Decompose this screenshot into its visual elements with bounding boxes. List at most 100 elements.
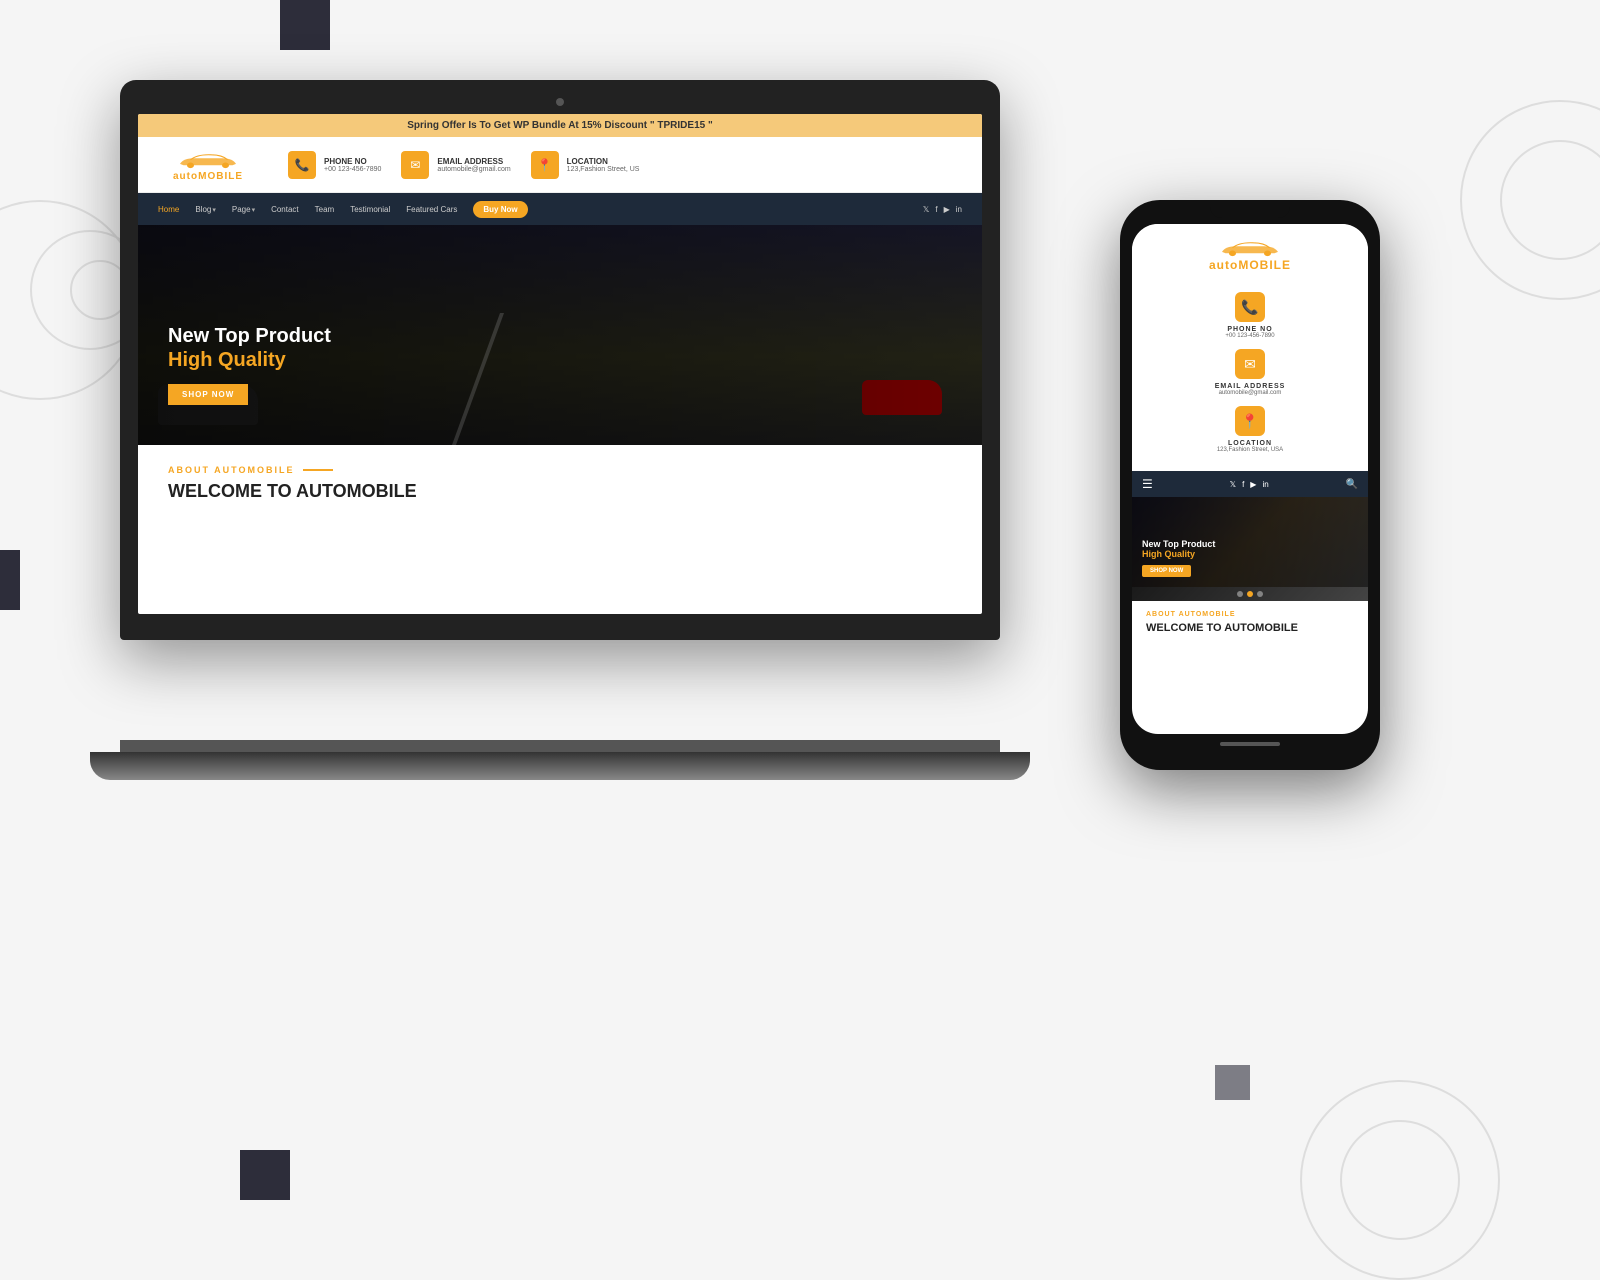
phone-about-section: ABOUT AUTOMOBILE WELCOME TO AUTOMOBILE bbox=[1132, 601, 1368, 644]
contact-phone: 📞 PHONE NO +00 123-456-7890 bbox=[288, 151, 381, 179]
phone-email-icon: ✉ bbox=[1235, 349, 1265, 379]
nav-socials: 𝕏 f ▶ in bbox=[923, 205, 962, 214]
deco-circle-bottom-right-inner bbox=[1340, 1120, 1460, 1240]
phone-email-value: automobile@gmail.com bbox=[1219, 390, 1282, 396]
hero-title-highlight: Quality bbox=[218, 349, 286, 371]
location-value: 123,Fashion Street, US bbox=[567, 166, 640, 173]
slider-dot-3[interactable] bbox=[1257, 591, 1263, 597]
phone-hero-prefix: High bbox=[1142, 549, 1165, 559]
promo-banner: Spring Offer Is To Get WP Bundle At 15% … bbox=[138, 114, 982, 137]
linkedin-icon[interactable]: in bbox=[956, 205, 962, 214]
contact-email: ✉ EMAIL ADDRESS automobile@gmail.com bbox=[401, 151, 510, 179]
phone-nav-socials: 𝕏 f ▶ in bbox=[1230, 480, 1269, 489]
email-info: EMAIL ADDRESS automobile@gmail.com bbox=[437, 157, 510, 173]
nav-testimonial[interactable]: Testimonial bbox=[350, 205, 390, 214]
twitter-icon[interactable]: 𝕏 bbox=[923, 205, 929, 214]
nav-home[interactable]: Home bbox=[158, 205, 179, 214]
phone-hero-shop-button[interactable]: SHOP NOW bbox=[1142, 565, 1191, 577]
site-logo: autoMOBILE bbox=[158, 147, 258, 182]
nav-contact[interactable]: Contact bbox=[271, 205, 299, 214]
phone-location-icon: 📍 bbox=[1235, 406, 1265, 436]
location-label: LOCATION bbox=[567, 157, 640, 166]
header-contacts: 📞 PHONE NO +00 123-456-7890 ✉ EMAIL ADDR… bbox=[288, 151, 962, 179]
phone-youtube-icon[interactable]: ▶ bbox=[1250, 480, 1256, 489]
nav-page[interactable]: Page▾ bbox=[232, 205, 255, 214]
logo-mobile: MOBILE bbox=[198, 171, 243, 182]
phone-contact-location: 📍 LOCATION 123,Fashion Street, USA bbox=[1148, 406, 1352, 453]
youtube-icon[interactable]: ▶ bbox=[944, 205, 950, 214]
nav-cta-button[interactable]: Buy Now bbox=[473, 201, 527, 218]
promo-banner-text: Spring Offer Is To Get WP Bundle At 15% … bbox=[407, 120, 712, 131]
phone-email-label: EMAIL ADDRESS bbox=[1215, 383, 1286, 390]
phone-phone-label: PHONE NO bbox=[1227, 326, 1272, 333]
phone-logo-car-icon bbox=[1215, 236, 1285, 258]
contact-location: 📍 LOCATION 123,Fashion Street, US bbox=[531, 151, 640, 179]
hero-title-line2: High Quality bbox=[168, 348, 331, 372]
facebook-icon[interactable]: f bbox=[935, 205, 937, 214]
main-nav: Home Blog▾ Page▾ Contact Team Testimonia… bbox=[138, 193, 982, 225]
about-section: ABOUT AUTOMOBILE WELCOME TO AUTOMOBILE bbox=[138, 445, 982, 522]
location-icon-box: 📍 bbox=[531, 151, 559, 179]
email-icon-box: ✉ bbox=[401, 151, 429, 179]
phone-phone-icon: 📞 bbox=[1235, 292, 1265, 322]
phone-logo-auto: auto bbox=[1209, 258, 1238, 272]
slider-dot-2[interactable] bbox=[1247, 591, 1253, 597]
deco-square-bottom bbox=[240, 1150, 290, 1200]
phone-twitter-icon[interactable]: 𝕏 bbox=[1230, 480, 1236, 489]
phone-info: PHONE NO +00 123-456-7890 bbox=[324, 157, 381, 173]
phone-facebook-icon[interactable]: f bbox=[1242, 480, 1244, 489]
phone-location-label: LOCATION bbox=[1228, 440, 1272, 447]
nav-blog[interactable]: Blog▾ bbox=[195, 205, 216, 214]
phone-slider-dots bbox=[1132, 587, 1368, 601]
hero-content: New Top Product High Quality SHOP NOW bbox=[168, 324, 331, 405]
phone-contact-email: ✉ EMAIL ADDRESS automobile@gmail.com bbox=[1148, 349, 1352, 396]
logo-text: autoMOBILE bbox=[173, 171, 243, 182]
phone-notch bbox=[1210, 200, 1290, 218]
hero-title-line1: New Top Product bbox=[168, 324, 331, 348]
phone-hero-content: New Top Product High Quality SHOP NOW bbox=[1142, 539, 1215, 577]
nav-featured[interactable]: Featured Cars bbox=[406, 205, 457, 214]
hero-shop-button[interactable]: SHOP NOW bbox=[168, 384, 248, 405]
location-info: LOCATION 123,Fashion Street, US bbox=[567, 157, 640, 173]
phone-logo-mobile: MOBILE bbox=[1238, 258, 1291, 272]
phone-contacts: 📞 PHONE NO +00 123-456-7890 ✉ EMAIL ADDR… bbox=[1132, 284, 1368, 471]
nav-team[interactable]: Team bbox=[315, 205, 335, 214]
hero-title-prefix: High bbox=[168, 349, 218, 371]
phone-linkedin-icon[interactable]: in bbox=[1262, 480, 1268, 489]
phone-contact-phone: 📞 PHONE NO +00 123-456-7890 bbox=[1148, 292, 1352, 339]
phone-logo-text: autoMOBILE bbox=[1209, 258, 1291, 272]
laptop-base bbox=[90, 752, 1030, 780]
phone-device: autoMOBILE 📞 PHONE NO +00 123-456-7890 ✉… bbox=[1120, 200, 1400, 810]
phone-home-bar bbox=[1220, 742, 1280, 746]
phone-icon-box: 📞 bbox=[288, 151, 316, 179]
hero-section: New Top Product High Quality SHOP NOW bbox=[138, 225, 982, 445]
phone-hero-section: New Top Product High Quality SHOP NOW bbox=[1132, 497, 1368, 587]
phone-logo: autoMOBILE bbox=[1132, 224, 1368, 284]
email-value: automobile@gmail.com bbox=[437, 166, 510, 173]
hamburger-menu-icon[interactable]: ☰ bbox=[1142, 477, 1153, 491]
phone-hero-title-line1: New Top Product bbox=[1142, 539, 1215, 549]
laptop-screen: Spring Offer Is To Get WP Bundle At 15% … bbox=[138, 114, 982, 614]
phone-value: +00 123-456-7890 bbox=[324, 166, 381, 173]
phone-location-value: 123,Fashion Street, USA bbox=[1217, 447, 1283, 453]
deco-square-right bbox=[1215, 1065, 1250, 1100]
phone-about-title: WELCOME TO AUTOMOBILE bbox=[1146, 622, 1354, 634]
deco-square-left bbox=[0, 550, 20, 610]
about-title: WELCOME TO AUTOMOBILE bbox=[168, 481, 952, 502]
about-label: ABOUT AUTOMOBILE bbox=[168, 465, 952, 475]
slider-dot-1[interactable] bbox=[1237, 591, 1243, 597]
logo-car-icon bbox=[173, 147, 243, 171]
email-label: EMAIL ADDRESS bbox=[437, 157, 510, 166]
laptop-hinge bbox=[120, 740, 1000, 752]
laptop-camera bbox=[556, 98, 564, 106]
phone-search-icon[interactable]: 🔍 bbox=[1346, 479, 1358, 490]
laptop-body: Spring Offer Is To Get WP Bundle At 15% … bbox=[120, 80, 1000, 640]
phone-body: autoMOBILE 📞 PHONE NO +00 123-456-7890 ✉… bbox=[1120, 200, 1380, 770]
phone-label: PHONE NO bbox=[324, 157, 381, 166]
phone-about-label: ABOUT AUTOMOBILE bbox=[1146, 611, 1354, 618]
phone-screen: autoMOBILE 📞 PHONE NO +00 123-456-7890 ✉… bbox=[1132, 224, 1368, 734]
site-header: autoMOBILE 📞 PHONE NO +00 123-456-7890 ✉ bbox=[138, 137, 982, 193]
phone-nav-bar: ☰ 𝕏 f ▶ in 🔍 bbox=[1132, 471, 1368, 497]
logo-auto: auto bbox=[173, 171, 198, 182]
phone-phone-value: +00 123-456-7890 bbox=[1225, 333, 1274, 339]
